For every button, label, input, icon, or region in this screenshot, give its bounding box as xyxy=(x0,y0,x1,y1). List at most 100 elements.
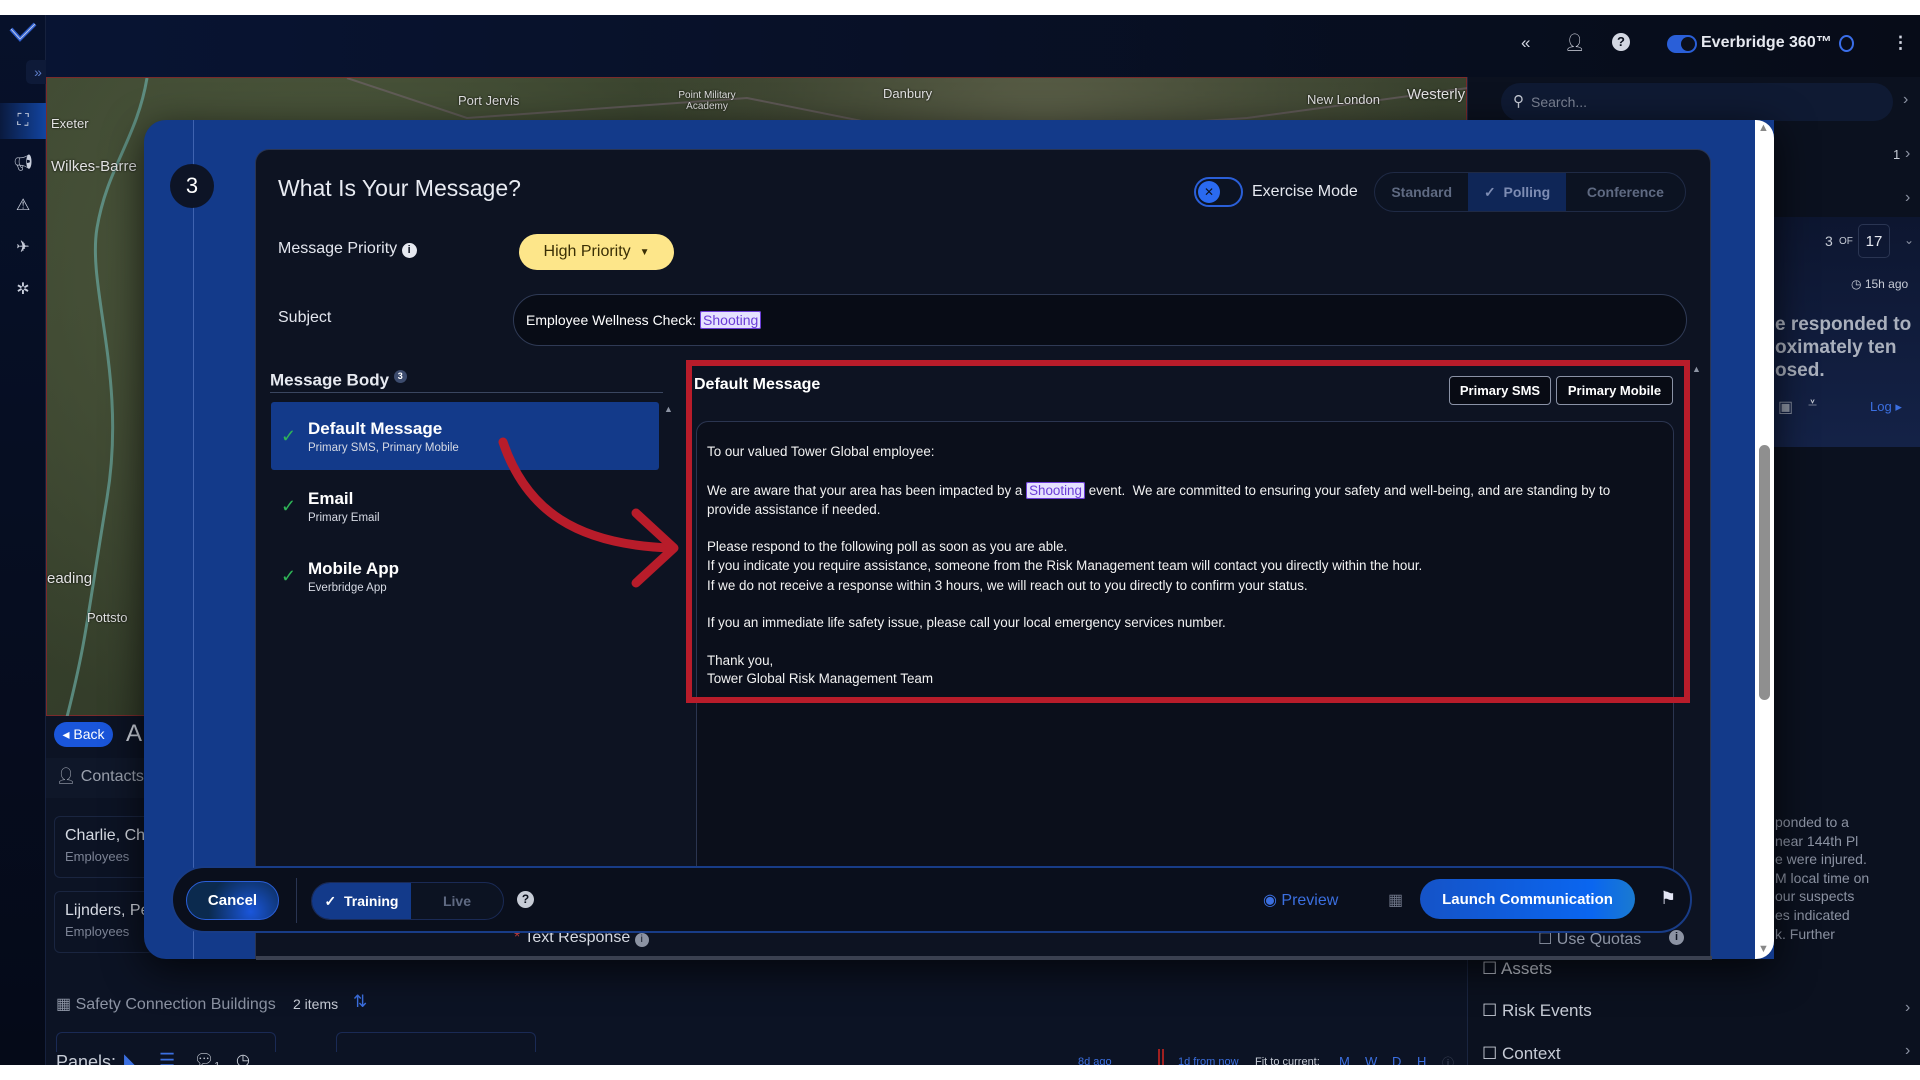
exercise-mode-label: Exercise Mode xyxy=(1252,183,1358,200)
subject-token: Shooting xyxy=(700,311,762,329)
timer-icon[interactable]: ◷ xyxy=(236,1050,250,1065)
exercise-mode-toggle[interactable]: ✕ xyxy=(1194,177,1243,207)
network-icon[interactable]: ✲ xyxy=(0,271,46,307)
help-icon[interactable]: ? xyxy=(1612,33,1630,51)
section-risk-events[interactable]: ☐ Risk Events xyxy=(1482,1001,1592,1021)
pager-of: OF xyxy=(1839,236,1853,247)
priority-label: Message Priority i xyxy=(278,240,417,258)
step-number: 3 xyxy=(170,164,214,208)
panels-label: Panels: xyxy=(56,1052,117,1065)
user-icon[interactable]: 👤︎ xyxy=(1564,33,1586,53)
buildings-count: 2 items xyxy=(293,996,339,1012)
chevron-right-icon[interactable]: › xyxy=(1905,1042,1910,1060)
map-label: Port Jervis xyxy=(458,93,520,108)
feed-icon[interactable]: ◣ xyxy=(124,1050,138,1065)
step-title: What Is Your Message? xyxy=(278,175,521,201)
summary-text: e responded to oximately ten osed. xyxy=(1775,314,1912,381)
mode-polling[interactable]: ✓ Polling xyxy=(1468,173,1566,211)
incident-icon[interactable]: ⚠︎ xyxy=(0,187,46,223)
info-icon[interactable]: i xyxy=(1669,930,1684,945)
everbridge-logo[interactable] xyxy=(9,21,37,43)
map-label: Pottsto xyxy=(87,610,128,625)
scale-week[interactable]: W xyxy=(1365,1054,1377,1065)
panel-title: A xyxy=(126,720,143,747)
live-option[interactable]: Live xyxy=(411,883,503,919)
flag-icon[interactable]: ⚑ xyxy=(1660,888,1676,909)
map-label: New London xyxy=(1307,92,1380,107)
timeline-start: 8d ago xyxy=(1078,1056,1112,1065)
cancel-button[interactable]: Cancel xyxy=(186,881,279,920)
fit-label: Fit to current: xyxy=(1255,1056,1320,1065)
editor-scroll-up[interactable]: ▲ xyxy=(1692,364,1701,374)
check-icon: ✓ xyxy=(281,566,297,586)
list-icon[interactable]: ☰ xyxy=(159,1050,175,1065)
timeline-now-marker[interactable] xyxy=(1158,1049,1164,1065)
timeline-end: 1d from now xyxy=(1178,1056,1239,1065)
subject-label: Subject xyxy=(278,309,332,326)
help-icon[interactable]: ? xyxy=(517,891,534,908)
brand-toggle[interactable] xyxy=(1667,35,1697,53)
delivery-mode-selector: ✓ Training Live xyxy=(311,882,504,920)
map-label: Exeter xyxy=(51,116,89,131)
back-button[interactable]: ◂ Back xyxy=(54,722,113,747)
annotation-arrow-icon xyxy=(498,437,679,588)
scale-hour[interactable]: H xyxy=(1417,1054,1426,1065)
age: ◷ 15h ago xyxy=(1851,277,1909,291)
scrollbar-thumb[interactable] xyxy=(1759,445,1770,700)
subject-input[interactable]: Employee Wellness Check: Shooting xyxy=(513,294,1687,346)
contacts-tab[interactable]: 👤︎ Contacts xyxy=(56,766,144,786)
list-scroll-up[interactable]: ▲ xyxy=(664,404,673,414)
brand-name: Everbridge 360™ xyxy=(1701,34,1832,51)
preview-button[interactable]: ◉ Preview xyxy=(1263,890,1338,910)
map-label: Danbury xyxy=(883,86,933,101)
compose-message-modal: 3 ▲ ▼ What Is Your Message? ✕ Exercise M… xyxy=(144,120,1774,960)
sort-icon[interactable]: ⇅ xyxy=(353,992,367,1012)
section-context[interactable]: ☐ Context xyxy=(1482,1044,1561,1064)
chevron-right-icon[interactable]: › xyxy=(1903,91,1908,109)
map-label: eading xyxy=(47,570,93,587)
action-bar: Cancel ✓ Training Live ? ◉ Preview ▦ Lau… xyxy=(171,866,1692,933)
airplane-icon[interactable]: ✈︎ xyxy=(0,229,46,265)
priority-dropdown[interactable]: High Priority ▼ xyxy=(519,234,674,270)
mode-standard[interactable]: Standard xyxy=(1375,173,1468,211)
count: 1 xyxy=(1893,147,1901,162)
message-body-heading: Message Body 3 xyxy=(270,370,407,391)
training-option[interactable]: ✓ Training xyxy=(312,883,411,919)
timeline-help-icon[interactable]: ⓘ xyxy=(1442,1054,1454,1065)
caret-down-icon: ▼ xyxy=(639,246,650,258)
highlight-annotation-box xyxy=(686,360,1690,703)
mode-selector: Standard ✓ Polling Conference xyxy=(1374,172,1686,212)
scale-day[interactable]: D xyxy=(1392,1054,1401,1065)
section-assets[interactable]: ☐ Assets xyxy=(1482,959,1552,979)
log-link[interactable]: Log ▸ xyxy=(1870,399,1902,415)
story-text: ponded to a near 144th Pl e were injured. M… xyxy=(1775,814,1870,942)
check-icon: ✓ xyxy=(281,426,297,446)
chevron-down-icon[interactable]: ⌄ xyxy=(1904,233,1914,247)
scale-month[interactable]: M xyxy=(1339,1054,1350,1065)
download-icon[interactable]: ⩡ xyxy=(1808,395,1817,413)
pager-total[interactable]: 17 xyxy=(1858,224,1890,258)
contact-card[interactable]: Lijnders, Pe Employees xyxy=(54,891,154,953)
kebab-icon[interactable]: ⋮ xyxy=(1892,33,1909,53)
calendar-icon[interactable]: ▦ xyxy=(1388,890,1403,910)
mode-conference[interactable]: Conference xyxy=(1566,173,1685,211)
buildings-header: ▦ Safety Connection Buildings xyxy=(56,996,276,1013)
map-icon[interactable]: ⛶ xyxy=(0,103,46,139)
app: » ⛶ 📢︎ ⚠︎ ✈︎ ✲ « 👤︎ ? Everbridge 360™ ⋮ … xyxy=(0,15,1920,1065)
search-icon: ⚲ xyxy=(1513,93,1524,110)
chat-icon[interactable] xyxy=(1839,35,1854,52)
map-label: Wilkes-Barre xyxy=(51,158,137,175)
launch-communication-button[interactable]: Launch Communication xyxy=(1420,879,1635,919)
sidebar: » ⛶ 📢︎ ⚠︎ ✈︎ ✲ xyxy=(0,15,50,1065)
contact-card[interactable]: Charlie, Ch Employees xyxy=(54,816,154,878)
chevron-right-icon[interactable]: › xyxy=(1905,999,1910,1017)
chevron-right-icon[interactable]: › xyxy=(1905,145,1910,163)
info-icon: i xyxy=(401,243,417,258)
megaphone-icon[interactable]: 📢︎ xyxy=(0,145,46,181)
search-input[interactable]: ⚲ Search... xyxy=(1501,83,1893,121)
alerts-icon[interactable]: 💬︎1 xyxy=(194,1050,220,1065)
modal-scrollbar[interactable]: ▲ ▼ xyxy=(1755,120,1774,959)
image-icon[interactable]: ▣ xyxy=(1778,397,1793,417)
chevron-right-icon[interactable]: › xyxy=(1905,189,1910,207)
collapse-icon[interactable]: « xyxy=(1521,33,1530,53)
